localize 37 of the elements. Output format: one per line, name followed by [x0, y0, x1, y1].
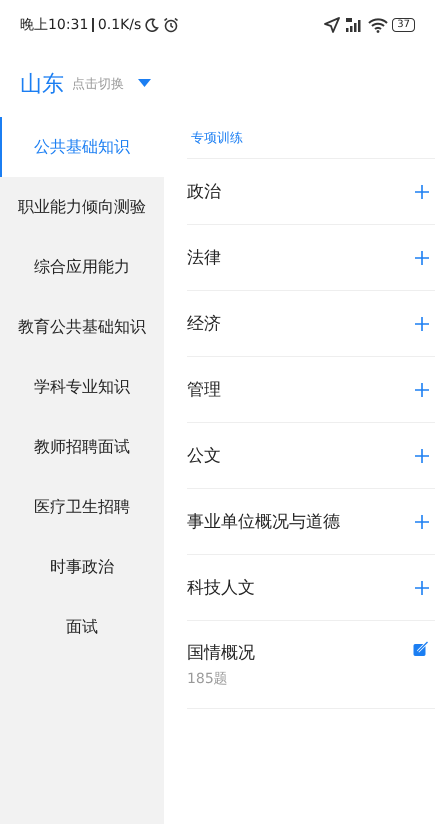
alarm-icon	[163, 17, 180, 33]
category-tab[interactable]: 时事政治	[0, 537, 164, 597]
topic-title[interactable]: 法律	[187, 246, 221, 269]
topic-title[interactable]: 管理	[187, 378, 221, 401]
category-tab[interactable]: 综合应用能力	[0, 237, 164, 297]
edit-icon[interactable]	[413, 641, 429, 657]
status-separator	[92, 18, 94, 32]
location-arrow-icon	[324, 17, 340, 33]
plus-icon[interactable]	[415, 382, 429, 396]
category-tab[interactable]: 教育公共基础知识	[0, 297, 164, 357]
question-count: 185题	[187, 670, 229, 688]
battery-indicator: 37	[392, 18, 415, 32]
network-speed: 0.1K/s	[98, 17, 142, 33]
plus-icon[interactable]	[415, 580, 429, 594]
category-tab[interactable]: 公共基础知识	[0, 117, 164, 177]
plus-icon[interactable]	[415, 514, 429, 528]
section-title: 专项训练	[187, 117, 435, 159]
dropdown-caret-icon[interactable]	[138, 79, 151, 88]
topic-title[interactable]: 科技人文	[187, 576, 255, 599]
plus-icon[interactable]	[415, 184, 429, 198]
wifi-icon	[368, 17, 388, 33]
category-tab[interactable]: 面试	[0, 597, 164, 657]
topic-title[interactable]: 事业单位概况与道德	[187, 510, 340, 533]
plus-icon[interactable]	[415, 448, 429, 462]
category-tab[interactable]: 职业能力倾向测验	[0, 177, 164, 237]
plus-icon[interactable]	[415, 250, 429, 264]
category-tab[interactable]: 医疗卫生招聘	[0, 477, 164, 537]
plus-icon[interactable]	[415, 316, 429, 330]
region-name[interactable]: 山东	[20, 68, 64, 98]
category-tab[interactable]: 学科专业知识	[0, 357, 164, 417]
topic-title[interactable]: 国情概况	[187, 641, 255, 664]
status-time: 晚上10:31	[20, 16, 88, 34]
topic-title[interactable]: 公文	[187, 444, 221, 467]
moon-icon	[145, 18, 160, 32]
topic-title[interactable]: 政治	[187, 180, 221, 203]
topic-title[interactable]: 经济	[187, 312, 221, 335]
category-tab[interactable]: 教师招聘面试	[0, 417, 164, 477]
